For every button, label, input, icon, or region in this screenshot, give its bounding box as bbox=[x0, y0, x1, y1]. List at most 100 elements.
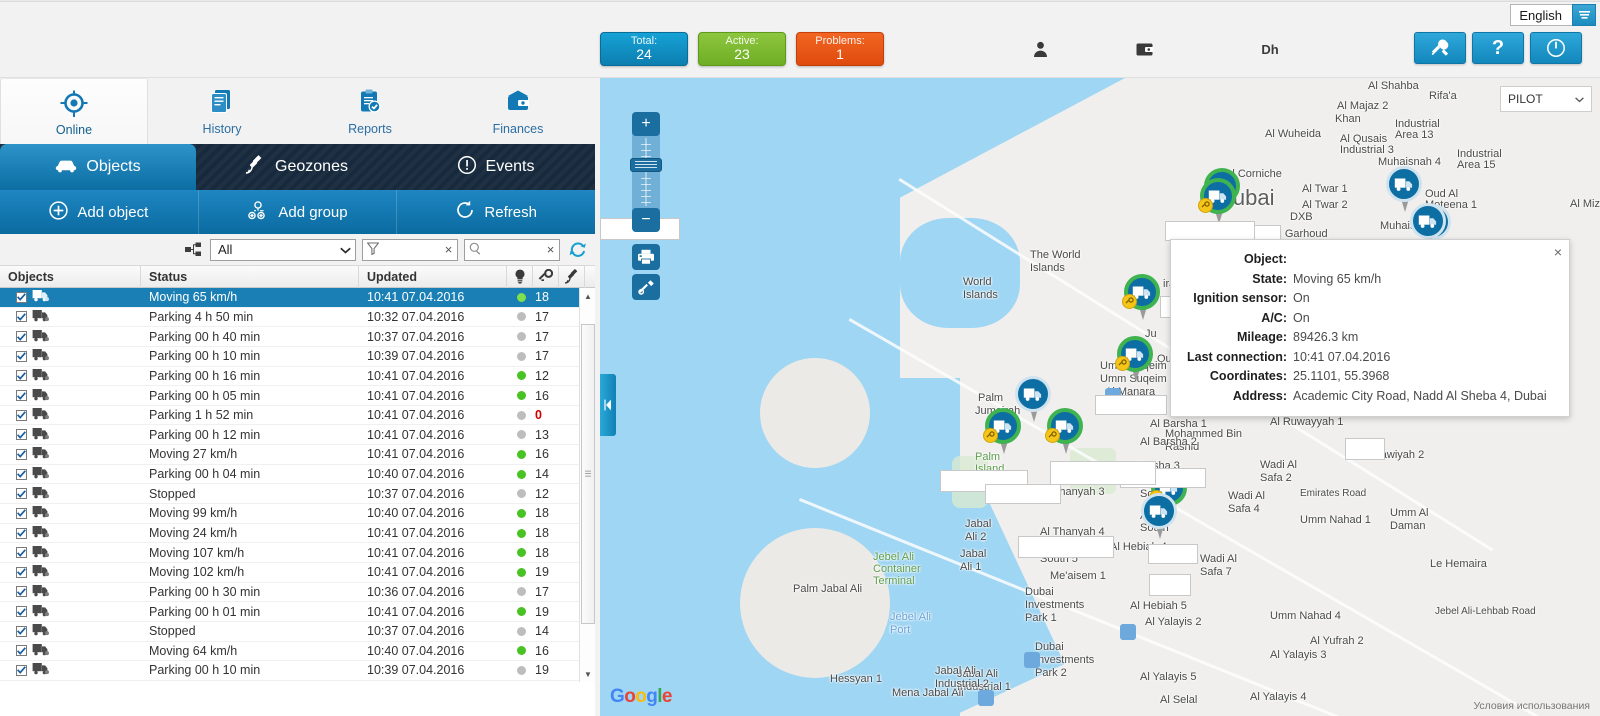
object-cell[interactable] bbox=[0, 622, 141, 641]
row-checkbox[interactable] bbox=[16, 586, 27, 598]
tab-objects[interactable]: Objects bbox=[0, 144, 196, 190]
column-header-key[interactable] bbox=[533, 265, 559, 288]
language-value[interactable]: English bbox=[1510, 4, 1572, 26]
table-row[interactable]: Moving 27 km/h 10:41 07.04.2016 16 bbox=[0, 445, 595, 465]
row-checkbox[interactable] bbox=[16, 606, 27, 618]
table-row[interactable]: Moving 64 km/h 10:40 07.04.2016 16 bbox=[0, 642, 595, 662]
row-checkbox[interactable] bbox=[16, 291, 27, 303]
table-row[interactable]: Stopped 10:37 07.04.2016 14 bbox=[0, 622, 595, 642]
help-button[interactable]: ? bbox=[1472, 32, 1524, 64]
close-icon[interactable]: × bbox=[1554, 245, 1562, 259]
wallet-icon[interactable] bbox=[1060, 42, 1230, 57]
table-row[interactable]: Parking 00 h 16 min 10:41 07.04.2016 12 bbox=[0, 367, 595, 387]
vehicle-marker[interactable] bbox=[1115, 336, 1155, 384]
google-logo[interactable]: Google bbox=[610, 686, 672, 708]
object-cell[interactable] bbox=[0, 484, 141, 503]
object-cell[interactable] bbox=[0, 445, 141, 464]
row-checkbox[interactable] bbox=[16, 370, 27, 382]
vehicle-marker[interactable] bbox=[1141, 493, 1179, 541]
tab-events[interactable]: Events bbox=[396, 144, 595, 190]
search-input-wrapper[interactable]: × bbox=[464, 238, 560, 261]
map-canvas[interactable]: DubaiRifa'aAl Majaz 2KhanAl ShahbaSHJInd… bbox=[600, 78, 1600, 716]
table-row[interactable]: Moving 102 km/h 10:41 07.04.2016 19 bbox=[0, 563, 595, 583]
counter-active[interactable]: Active: 23 bbox=[698, 32, 786, 66]
object-cell[interactable] bbox=[0, 602, 141, 621]
filter-input-wrapper[interactable]: × bbox=[362, 238, 458, 261]
vehicle-marker[interactable] bbox=[1198, 178, 1238, 226]
counter-total[interactable]: Total: 24 bbox=[600, 32, 688, 66]
column-header-objects[interactable]: Objects bbox=[0, 265, 141, 288]
map-print-button[interactable] bbox=[632, 244, 660, 270]
object-cell[interactable] bbox=[0, 524, 141, 543]
object-cell[interactable] bbox=[0, 504, 141, 523]
table-row[interactable]: Stopped 10:37 07.04.2016 12 bbox=[0, 484, 595, 505]
object-cell[interactable] bbox=[0, 308, 141, 327]
object-cell[interactable] bbox=[0, 465, 141, 484]
tree-view-icon[interactable] bbox=[182, 242, 204, 257]
search-clear-button[interactable]: × bbox=[544, 242, 557, 257]
table-row[interactable]: Moving 107 km/h 10:41 07.04.2016 18 bbox=[0, 543, 595, 563]
row-checkbox[interactable] bbox=[16, 409, 27, 421]
row-checkbox[interactable] bbox=[16, 448, 27, 460]
table-row[interactable]: Parking 00 h 05 min 10:41 07.04.2016 16 bbox=[0, 386, 595, 406]
object-cell[interactable] bbox=[0, 406, 141, 425]
panel-collapse-handle[interactable] bbox=[600, 374, 616, 436]
map-tools-button[interactable] bbox=[632, 274, 660, 300]
table-row[interactable]: Parking 00 h 10 min 10:39 07.04.2016 17 bbox=[0, 347, 595, 367]
row-checkbox[interactable] bbox=[16, 390, 27, 402]
object-cell[interactable] bbox=[0, 583, 141, 602]
tab-history[interactable]: History bbox=[148, 78, 296, 144]
logout-button[interactable] bbox=[1530, 32, 1582, 64]
tab-finances[interactable]: Finances bbox=[444, 78, 592, 144]
settings-button[interactable] bbox=[1414, 32, 1466, 64]
row-checkbox[interactable] bbox=[16, 468, 27, 480]
row-checkbox[interactable] bbox=[16, 547, 27, 559]
map-zoom-control[interactable]: + − bbox=[630, 112, 662, 232]
object-cell[interactable] bbox=[0, 327, 141, 346]
objects-list-scrollbar[interactable]: ▲ ☰ ▼ bbox=[579, 288, 595, 682]
vehicle-marker[interactable] bbox=[1122, 274, 1162, 322]
table-row[interactable]: Parking 00 h 12 min 10:41 07.04.2016 13 bbox=[0, 425, 595, 446]
object-cell[interactable] bbox=[0, 543, 141, 562]
column-header-updated[interactable]: Updated bbox=[359, 265, 507, 288]
counter-problems[interactable]: Problems: 1 bbox=[796, 32, 884, 66]
object-cell[interactable] bbox=[0, 386, 141, 405]
object-cell[interactable] bbox=[0, 563, 141, 582]
language-selector[interactable]: English bbox=[1510, 4, 1596, 26]
add-group-button[interactable]: Add group bbox=[199, 190, 398, 234]
filter-clear-button[interactable]: × bbox=[442, 242, 455, 257]
list-refresh-button[interactable] bbox=[566, 241, 588, 258]
column-header-bulb[interactable] bbox=[507, 265, 533, 288]
table-row[interactable]: Moving 99 km/h 10:40 07.04.2016 18 bbox=[0, 504, 595, 524]
table-row[interactable]: Parking 00 h 01 min 10:41 07.04.2016 19 bbox=[0, 602, 595, 622]
table-row[interactable]: Parking 00 h 04 min 10:40 07.04.2016 14 bbox=[0, 465, 595, 485]
user-icon[interactable] bbox=[1020, 41, 1060, 57]
table-row[interactable]: Parking 00 h 40 min 10:37 07.04.2016 17 bbox=[0, 327, 595, 347]
scroll-up-button[interactable]: ▲ bbox=[580, 288, 595, 304]
row-checkbox[interactable] bbox=[16, 331, 27, 343]
table-row[interactable]: Moving 24 km/h 10:41 07.04.2016 18 bbox=[0, 524, 595, 544]
table-row[interactable]: Parking 1 h 52 min 10:41 07.04.2016 0 bbox=[0, 406, 595, 426]
refresh-button[interactable]: Refresh bbox=[397, 190, 595, 234]
object-cell[interactable] bbox=[0, 425, 141, 444]
row-checkbox[interactable] bbox=[16, 566, 27, 578]
object-cell[interactable] bbox=[0, 642, 141, 661]
poi-icon-4[interactable] bbox=[1024, 652, 1040, 668]
row-checkbox[interactable] bbox=[16, 429, 27, 441]
column-header-status[interactable]: Status bbox=[141, 265, 359, 288]
object-cell[interactable] bbox=[0, 661, 141, 680]
object-cell[interactable] bbox=[0, 347, 141, 366]
scroll-down-button[interactable]: ▼ bbox=[580, 666, 595, 682]
group-filter-select[interactable]: All bbox=[210, 238, 356, 261]
vehicle-marker[interactable] bbox=[983, 408, 1023, 456]
tab-geozones[interactable]: Geozones bbox=[196, 144, 396, 190]
table-row[interactable]: Parking 4 h 50 min 10:32 07.04.2016 17 bbox=[0, 308, 595, 328]
poi-icon-3[interactable] bbox=[1120, 624, 1136, 640]
row-checkbox[interactable] bbox=[16, 311, 27, 323]
add-object-button[interactable]: Add object bbox=[0, 190, 199, 234]
row-checkbox[interactable] bbox=[16, 625, 27, 637]
vehicle-marker[interactable] bbox=[1045, 408, 1085, 456]
object-cell[interactable] bbox=[0, 288, 141, 307]
map-layer-select[interactable]: PILOT bbox=[1500, 86, 1592, 112]
row-checkbox[interactable] bbox=[16, 488, 27, 500]
